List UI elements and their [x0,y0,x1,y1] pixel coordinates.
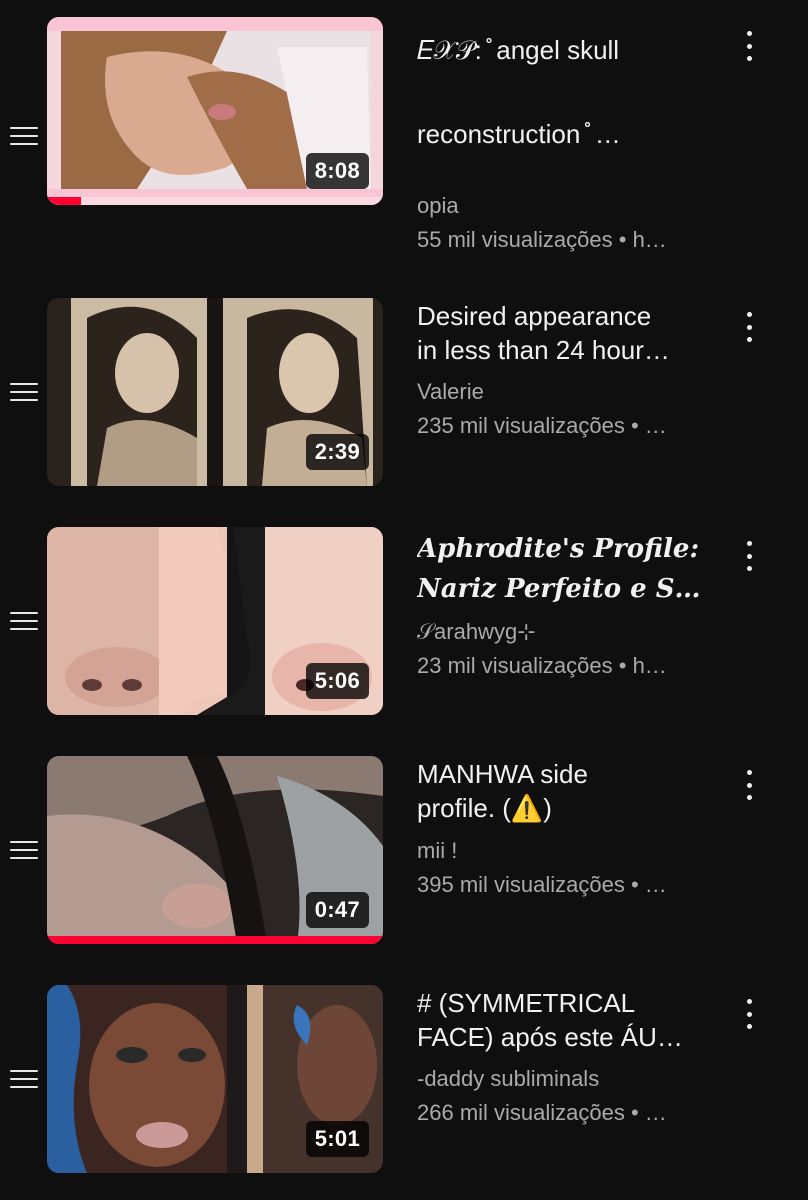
video-thumbnail[interactable]: 8:08 [47,17,383,205]
more-vert-icon[interactable] [738,31,760,61]
more-vert-icon[interactable] [738,312,760,342]
video-title[interactable]: Aphrodite's Profile: [417,533,707,566]
duration-badge: 0:47 [305,892,369,928]
watch-progress-bar [47,936,383,944]
video-thumbnail[interactable]: 5:01 [47,985,383,1173]
list-item[interactable]: 5:06 Aphrodite's Profile: Nariz Perfeito… [0,527,808,717]
video-title[interactable]: MANHWA side [417,758,707,791]
duration-badge: 2:39 [305,434,369,470]
drag-handle-icon[interactable] [10,383,38,401]
drag-handle-icon[interactable] [10,127,38,145]
video-title[interactable]: in less than 24 hour… [417,334,707,367]
channel-name[interactable]: mii ! [417,834,702,868]
duration-badge: 8:08 [305,153,369,189]
video-thumbnail[interactable]: 5:06 [47,527,383,715]
playlist-video-list: 8:08 𝐸𝒳𝒫: ̊̊ angel skull reconstruction … [0,0,808,1200]
video-title-line: reconstruction ̊̊ … [417,119,621,149]
video-stats: 235 mil visualizações • … [417,413,667,438]
video-stats: 395 mil visualizações • … [417,872,667,897]
video-title[interactable]: # (SYMMETRICAL [417,987,707,1020]
video-title[interactable]: Desired appearance [417,300,707,333]
list-item[interactable]: 8:08 𝐸𝒳𝒫: ̊̊ angel skull reconstruction … [0,17,808,252]
drag-handle-icon[interactable] [10,612,38,630]
drag-handle-icon[interactable] [10,841,38,859]
video-title-line: 𝐸𝒳𝒫: ̊̊ angel skull [417,35,620,65]
channel-name[interactable]: Valerie [417,375,702,409]
video-title[interactable]: profile. (⚠️) [417,792,707,825]
list-item[interactable]: 0:47 MANHWA side profile. (⚠️) mii ! 395… [0,756,808,946]
video-title[interactable]: FACE) após este ÁU… [417,1021,707,1054]
channel-name[interactable]: -daddy subliminals [417,1062,702,1096]
video-thumbnail[interactable]: 2:39 [47,298,383,486]
list-item[interactable]: 2:39 Desired appearance in less than 24 … [0,298,808,488]
more-vert-icon[interactable] [738,541,760,571]
channel-name[interactable]: 𝒮arahwyg⊹ [417,615,702,649]
video-stats: 55 mil visualizações • h… [417,227,667,252]
duration-badge: 5:01 [305,1121,369,1157]
duration-badge: 5:06 [305,663,369,699]
drag-handle-icon[interactable] [10,1070,38,1088]
watch-progress-bar [47,197,383,205]
video-title[interactable]: 𝐸𝒳𝒫: ̊̊ angel skull reconstruction ̊̊ … [417,8,707,176]
more-vert-icon[interactable] [738,770,760,800]
channel-name[interactable]: opia [417,189,702,223]
watch-progress-fill [47,197,81,205]
video-stats: 266 mil visualizações • … [417,1100,667,1125]
list-item[interactable]: 5:01 # (SYMMETRICAL FACE) após este ÁU… … [0,985,808,1175]
video-thumbnail[interactable]: 0:47 [47,756,383,944]
video-title[interactable]: Nariz Perfeito e Simét… [417,573,707,606]
video-stats: 23 mil visualizações • h… [417,653,667,678]
watch-progress-fill [47,936,383,944]
more-vert-icon[interactable] [738,999,760,1029]
